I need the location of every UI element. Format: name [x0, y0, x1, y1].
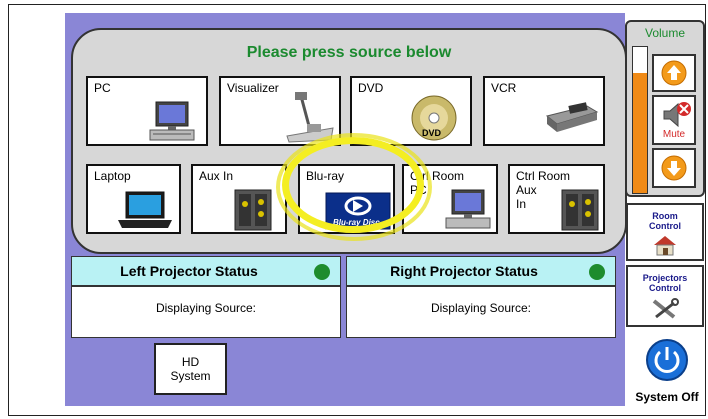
- highlight-ring: [282, 137, 424, 233]
- vcr-icon: [545, 102, 599, 132]
- source-label: VCR: [491, 81, 517, 95]
- left-projector-status-body: Displaying Source:: [71, 286, 341, 338]
- room-control-button[interactable]: Room Control: [626, 203, 704, 261]
- source-panel-title: Please press source below: [246, 44, 452, 61]
- speaker-mute-icon: [663, 102, 691, 128]
- right-projector-title: Right Projector Status: [390, 263, 538, 279]
- mute-label: Mute: [662, 129, 686, 140]
- source-label: Aux In: [199, 169, 234, 183]
- source-button-aux-in[interactable]: Aux In: [191, 164, 287, 234]
- hd-system-label: HD System: [170, 355, 211, 383]
- source-label: Laptop: [94, 169, 131, 183]
- mute-button[interactable]: Mute: [652, 95, 696, 145]
- right-projector-source-label: Displaying Source:: [430, 301, 532, 315]
- laptop-icon: [118, 191, 172, 228]
- status-indicator-icon: [314, 264, 330, 280]
- arrow-down-icon: [661, 155, 687, 181]
- volume-up-button[interactable]: [652, 54, 696, 92]
- volume-panel: Volume Mute: [625, 20, 705, 197]
- source-button-laptop[interactable]: Laptop: [86, 164, 181, 234]
- pc-icon: [149, 101, 195, 141]
- right-projector-status-header: Right Projector Status: [346, 256, 616, 286]
- projectors-control-label: Projectors Control: [642, 273, 688, 293]
- source-label: DVD: [358, 81, 384, 95]
- left-projector-title: Left Projector Status: [120, 263, 258, 279]
- source-button-vcr[interactable]: VCR: [483, 76, 605, 146]
- power-icon: [646, 339, 688, 381]
- svg-text:DVD: DVD: [422, 128, 442, 138]
- source-label: PC: [94, 81, 111, 95]
- room-control-label: Room Control: [649, 211, 681, 231]
- volume-down-button[interactable]: [652, 148, 696, 188]
- left-projector-status-header: Left Projector Status: [71, 256, 341, 286]
- house-icon: [654, 236, 676, 256]
- tools-icon: [652, 298, 679, 319]
- source-button-visualizer[interactable]: Visualizer: [219, 76, 341, 146]
- projectors-control-button[interactable]: Projectors Control: [626, 265, 704, 327]
- system-off-label: System Off: [635, 390, 699, 404]
- pc-icon: [445, 189, 491, 229]
- right-projector-status-body: Displaying Source:: [346, 286, 616, 338]
- volume-title: Volume: [644, 26, 686, 40]
- source-button-pc[interactable]: PC: [86, 76, 208, 146]
- source-button-ctrl-room-aux-in[interactable]: Ctrl Room Aux In: [508, 164, 605, 234]
- hd-system-button[interactable]: HD System: [154, 343, 227, 395]
- source-label: Visualizer: [227, 81, 279, 95]
- aux-panel-icon: [234, 189, 272, 231]
- aux-panel-icon: [561, 189, 599, 231]
- volume-meter-empty: [633, 47, 647, 74]
- dvd-icon: DVD: [411, 95, 457, 141]
- system-off-button[interactable]: System Off: [632, 332, 702, 412]
- arrow-up-icon: [661, 60, 687, 86]
- status-indicator-icon: [589, 264, 605, 280]
- volume-meter: [632, 46, 648, 194]
- left-projector-source-label: Displaying Source:: [155, 301, 257, 315]
